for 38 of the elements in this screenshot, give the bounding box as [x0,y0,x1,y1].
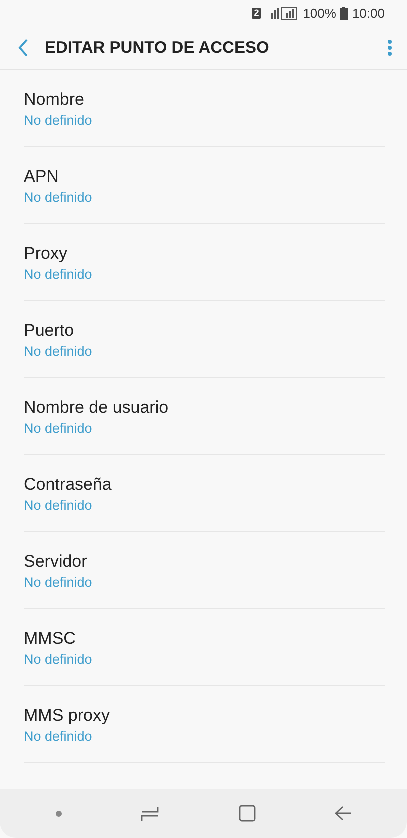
home-button[interactable] [238,805,256,822]
setting-value: No definido [24,112,94,129]
setting-label: Servidor [24,552,88,572]
dot-icon [56,810,62,816]
setting-label: MMSC [24,629,77,649]
setting-row[interactable]: MMSC No definido [24,609,385,686]
setting-value: No definido [24,189,94,206]
setting-label: Puerto [24,321,76,341]
setting-row[interactable]: Contraseña No definido [24,455,385,532]
back-nav-button[interactable] [335,806,352,821]
setting-row[interactable]: Puerto No definido [24,301,385,378]
setting-value: No definido [24,574,94,591]
setting-label: MMS proxy [24,706,111,726]
setting-row[interactable]: MMS proxy No definido [24,686,385,763]
setting-label: APN [24,167,60,187]
setting-value: No definido [24,343,94,360]
setting-label: Nombre [24,90,86,110]
setting-value: No definido [24,728,94,745]
setting-row[interactable]: Nombre No definido [24,70,385,147]
sim-icon: 2 [252,8,262,19]
setting-value: No definido [24,420,94,437]
setting-row[interactable]: Servidor No definido [24,532,385,609]
setting-label: Nombre de usuario [24,398,170,418]
setting-value: No definido [24,651,94,668]
setting-label: Proxy [24,244,68,264]
page-title: EDITAR PUNTO DE ACCESO [45,38,270,59]
battery-icon [340,7,348,20]
back-button[interactable] [18,39,29,57]
setting-value: No definido [24,497,94,514]
setting-row[interactable]: Proxy No definido [24,224,385,301]
setting-row[interactable]: APN No definido [24,147,385,224]
setting-row[interactable]: Nombre de usuario No definido [24,378,385,455]
battery-percent: 100% [303,4,336,23]
recent-apps-button[interactable] [141,806,160,822]
more-options-button[interactable] [387,39,393,57]
setting-label: Contraseña [24,475,113,495]
clock: 10:00 [352,4,385,23]
setting-value: No definido [24,266,94,283]
